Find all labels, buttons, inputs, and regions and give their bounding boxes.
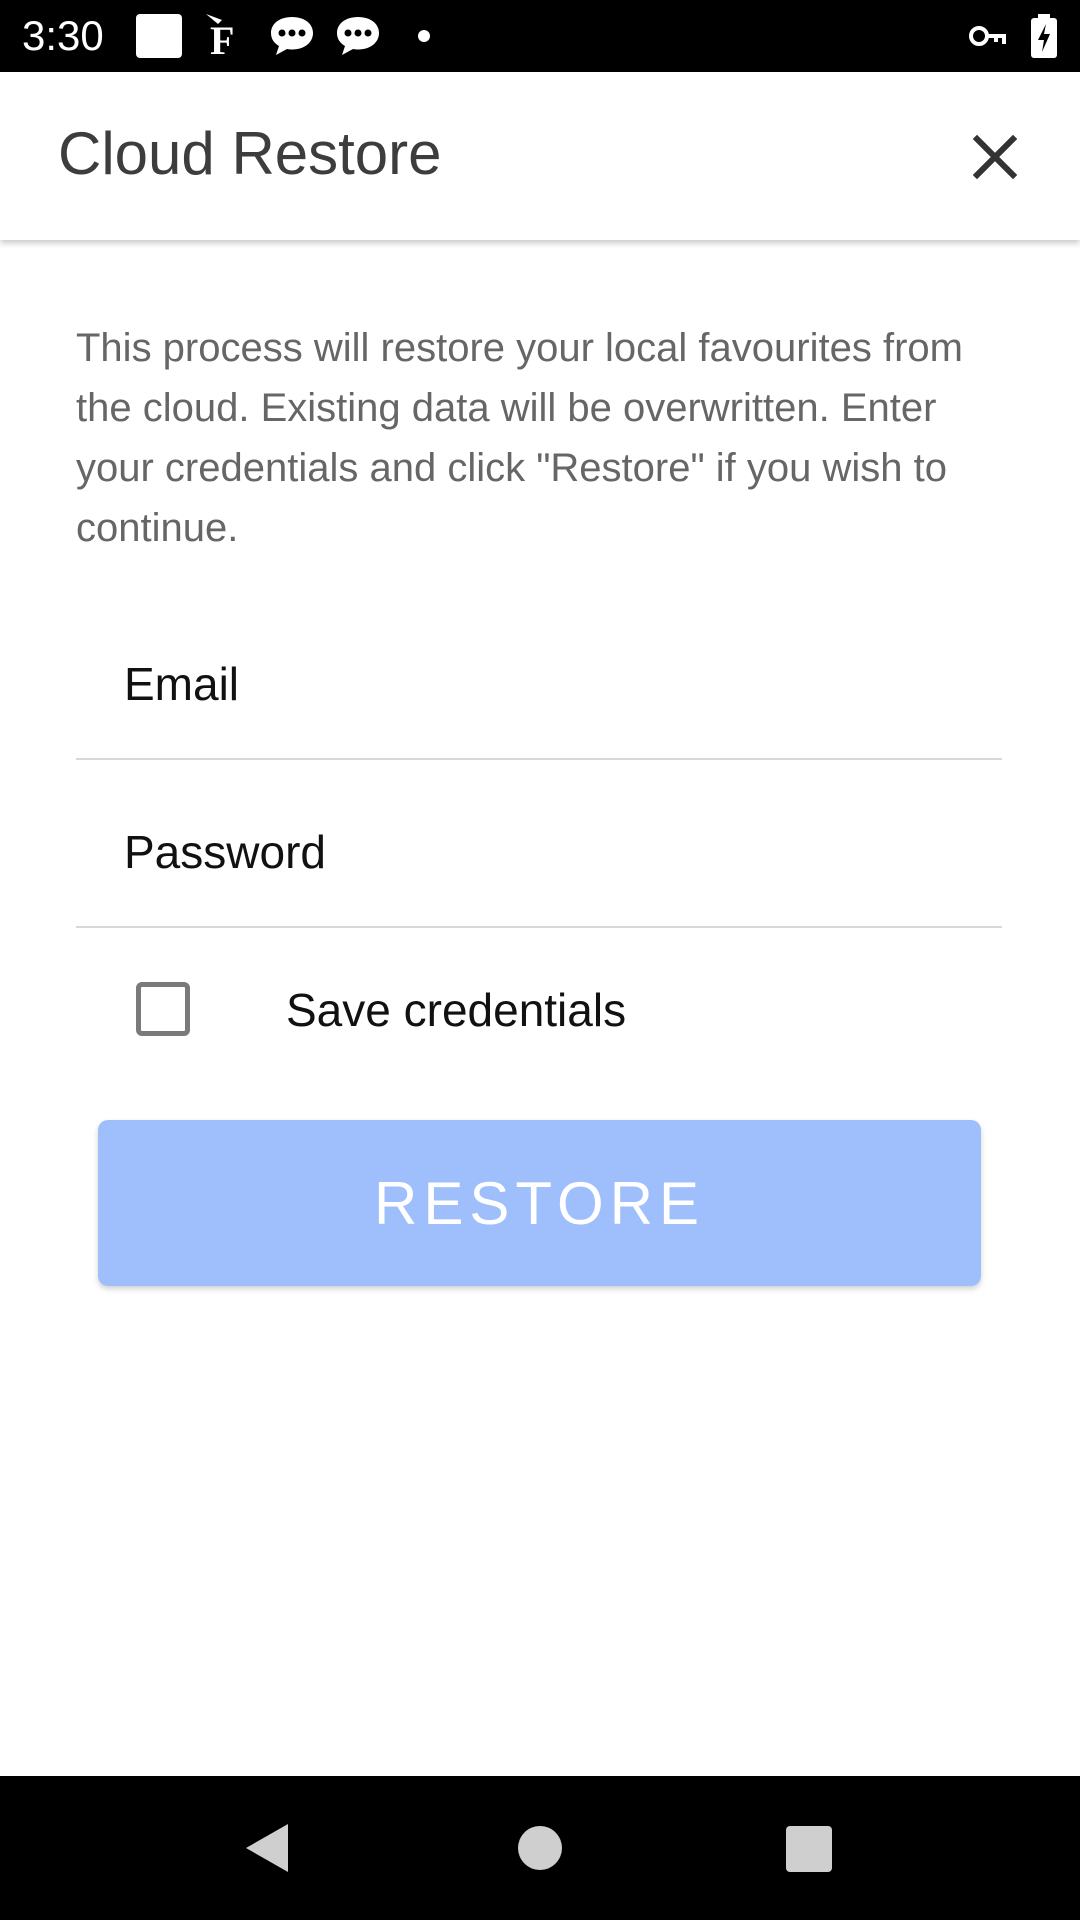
chat-bubble-icon	[337, 17, 379, 55]
email-input[interactable]	[124, 652, 984, 716]
recents-icon[interactable]	[786, 1826, 832, 1872]
back-icon[interactable]	[242, 1822, 292, 1874]
dot-icon	[418, 30, 430, 42]
close-button[interactable]	[960, 122, 1030, 192]
status-bar: 3:30 F	[0, 0, 1080, 72]
save-credentials-label[interactable]: Save credentials	[286, 982, 626, 1038]
save-credentials-checkbox[interactable]	[136, 982, 190, 1036]
description-text: This process will restore your local fav…	[76, 326, 963, 550]
home-icon[interactable]	[518, 1826, 562, 1870]
password-input[interactable]	[124, 820, 984, 884]
svg-text:F: F	[210, 18, 234, 60]
password-field[interactable]	[76, 760, 1002, 928]
page-title: Cloud Restore	[58, 120, 442, 187]
vpn-key-icon	[969, 26, 1006, 46]
restore-button-label: RESTORE	[374, 1169, 705, 1237]
notification-square-icon	[136, 14, 182, 58]
save-credentials-row[interactable]: Save credentials	[76, 960, 1002, 1060]
email-field[interactable]	[76, 592, 1002, 760]
f-app-icon: F	[206, 14, 234, 60]
close-icon	[973, 135, 1017, 179]
chat-bubble-icon	[271, 17, 313, 55]
battery-charging-icon	[1031, 14, 1057, 58]
toolbar: Cloud Restore	[0, 72, 1080, 240]
navigation-bar	[0, 1776, 1080, 1920]
status-time: 3:30	[22, 12, 104, 59]
restore-button[interactable]: RESTORE	[98, 1120, 981, 1286]
